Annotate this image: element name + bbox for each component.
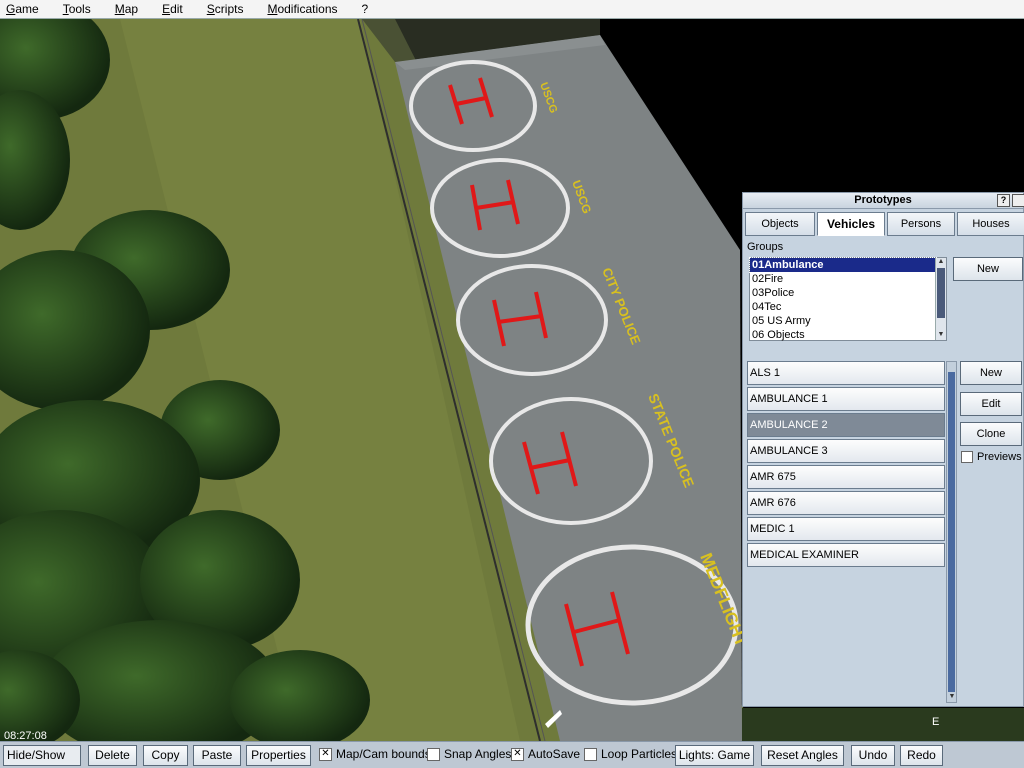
loop-particles-checkbox[interactable] [584, 747, 597, 761]
group-item[interactable]: 03Police [750, 286, 936, 300]
group-item[interactable]: 04Tec [750, 300, 936, 314]
autosave-toggle[interactable]: ✕ AutoSave [511, 747, 580, 761]
reset-angles-button[interactable]: Reset Angles [761, 745, 844, 766]
close-button[interactable] [1012, 194, 1024, 207]
prototype-item[interactable]: AMBULANCE 1 [747, 387, 945, 411]
prototype-item[interactable]: AMBULANCE 3 [747, 439, 945, 463]
scroll-up-icon[interactable]: ▲ [937, 258, 945, 267]
menu-tools[interactable]: Tools [57, 0, 97, 18]
tab-houses[interactable]: Houses [957, 212, 1024, 236]
menu-bar: Game Tools Map Edit Scripts Modification… [0, 0, 1024, 19]
autosave-checkbox[interactable]: ✕ [511, 747, 524, 761]
prototypes-panel: Prototypes ? Objects Vehicles Persons Ho… [742, 192, 1024, 707]
hide-show-button[interactable]: Hide/Show [3, 745, 81, 766]
lights-button[interactable]: Lights: Game [675, 745, 754, 766]
tab-vehicles[interactable]: Vehicles [817, 212, 885, 236]
previews-checkbox[interactable] [961, 451, 973, 463]
prototype-list: ALS 1 AMBULANCE 1 AMBULANCE 2 AMBULANCE … [747, 361, 945, 569]
map-cam-bounds-checkbox[interactable]: ✕ [319, 747, 332, 761]
group-item[interactable]: 05 US Army [750, 314, 936, 328]
snap-angles-checkbox[interactable] [427, 747, 440, 761]
groups-scrollbar[interactable]: ▲ ▼ [935, 258, 946, 340]
delete-button[interactable]: Delete [88, 745, 137, 766]
prototype-item[interactable]: AMR 675 [747, 465, 945, 489]
snap-angles-label: Snap Angles [444, 747, 512, 761]
prototype-item[interactable]: MEDICAL EXAMINER [747, 543, 945, 567]
prototype-item[interactable]: AMBULANCE 2 [747, 413, 945, 437]
prototype-item[interactable]: ALS 1 [747, 361, 945, 385]
new-button[interactable]: New [960, 361, 1022, 385]
scroll-thumb[interactable] [948, 372, 955, 692]
prototype-item[interactable]: MEDIC 1 [747, 517, 945, 541]
loop-particles-toggle[interactable]: Loop Particles [584, 747, 677, 761]
menu-game[interactable]: Game [0, 0, 45, 18]
previews-toggle[interactable]: Previews [961, 451, 1022, 463]
scroll-down-icon[interactable]: ▼ [937, 331, 945, 340]
groups-list[interactable]: 01Ambulance 02Fire 03Police 04Tec 05 US … [749, 257, 947, 341]
paste-button[interactable]: Paste [193, 745, 241, 766]
properties-button[interactable]: Properties [246, 745, 311, 766]
clone-button[interactable]: Clone [960, 422, 1022, 446]
group-item[interactable]: 06 Objects [750, 328, 936, 342]
redo-button[interactable]: Redo [900, 745, 943, 766]
menu-map[interactable]: Map [109, 0, 144, 18]
prototype-scrollbar[interactable]: ▼ [946, 361, 957, 703]
undo-button[interactable]: Undo [851, 745, 895, 766]
bottom-toolbar: Hide/Show Delete Copy Paste Properties ✕… [0, 741, 1024, 768]
scroll-down-icon[interactable]: ▼ [948, 693, 956, 702]
tab-persons[interactable]: Persons [887, 212, 955, 236]
menu-modifications[interactable]: Modifications [261, 0, 343, 18]
groups-label: Groups [747, 241, 784, 253]
autosave-label: AutoSave [528, 747, 581, 761]
edit-button[interactable]: Edit [960, 392, 1022, 416]
group-item[interactable]: 02Fire [750, 272, 936, 286]
scroll-thumb[interactable] [937, 268, 945, 318]
map-cam-bounds-label: Map/Cam bounds [336, 747, 431, 761]
prototype-item[interactable]: AMR 676 [747, 491, 945, 515]
snap-angles-toggle[interactable]: Snap Angles [427, 747, 511, 761]
menu-help[interactable]: ? [356, 0, 375, 18]
help-button[interactable]: ? [997, 194, 1010, 207]
tab-objects[interactable]: Objects [745, 212, 815, 236]
previews-label: Previews [977, 451, 1022, 463]
prototype-tabs: Objects Vehicles Persons Houses [743, 212, 1024, 236]
copy-button[interactable]: Copy [143, 745, 188, 766]
loop-particles-label: Loop Particles [601, 747, 678, 761]
panel-title: Prototypes ? [743, 193, 1024, 209]
group-item[interactable]: 01Ambulance [749, 257, 937, 273]
map-cam-bounds-toggle[interactable]: ✕ Map/Cam bounds [319, 747, 431, 761]
compass-label: E [932, 716, 940, 728]
panel-title-text: Prototypes [854, 194, 912, 206]
menu-scripts[interactable]: Scripts [201, 0, 250, 18]
menu-edit[interactable]: Edit [156, 0, 189, 18]
group-new-button[interactable]: New [953, 257, 1023, 281]
